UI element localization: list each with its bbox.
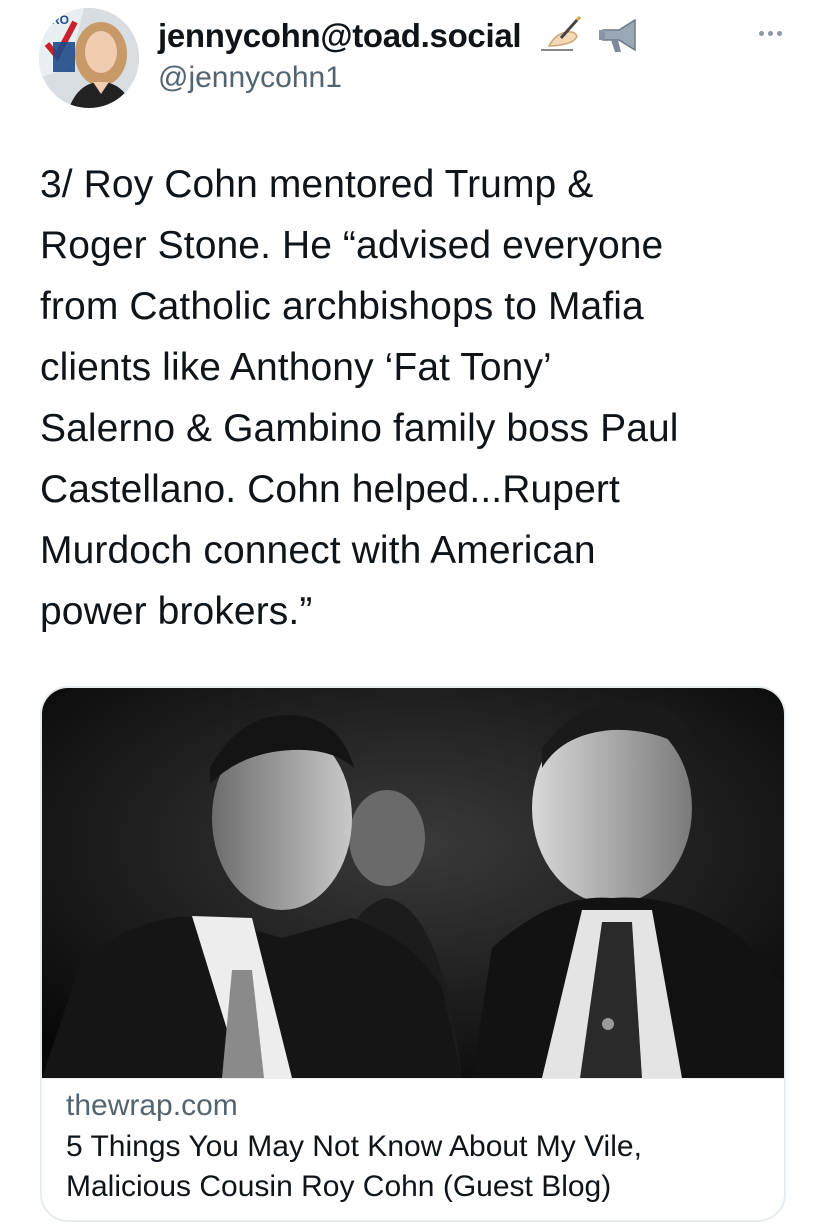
avatar[interactable]: PRO xyxy=(39,8,139,108)
megaphone-icon xyxy=(595,16,641,61)
author-handle[interactable]: @jennycohn1 xyxy=(158,58,342,98)
author-display-name[interactable]: jennycohn@toad.social xyxy=(158,14,522,58)
link-card-domain: thewrap.com xyxy=(66,1089,238,1122)
more-options-icon[interactable] xyxy=(752,18,788,48)
link-card[interactable]: thewrap.com 5 Things You May Not Know Ab… xyxy=(40,686,786,1222)
writing-hand-icon xyxy=(537,15,583,61)
link-card-image[interactable] xyxy=(42,688,784,1078)
avatar-badge-text: PRO xyxy=(43,13,69,27)
link-card-title[interactable]: 5 Things You May Not Know About My Vile,… xyxy=(66,1127,766,1207)
tweet-text: 3/ Roy Cohn mentored Trump & Roger Stone… xyxy=(40,163,679,633)
